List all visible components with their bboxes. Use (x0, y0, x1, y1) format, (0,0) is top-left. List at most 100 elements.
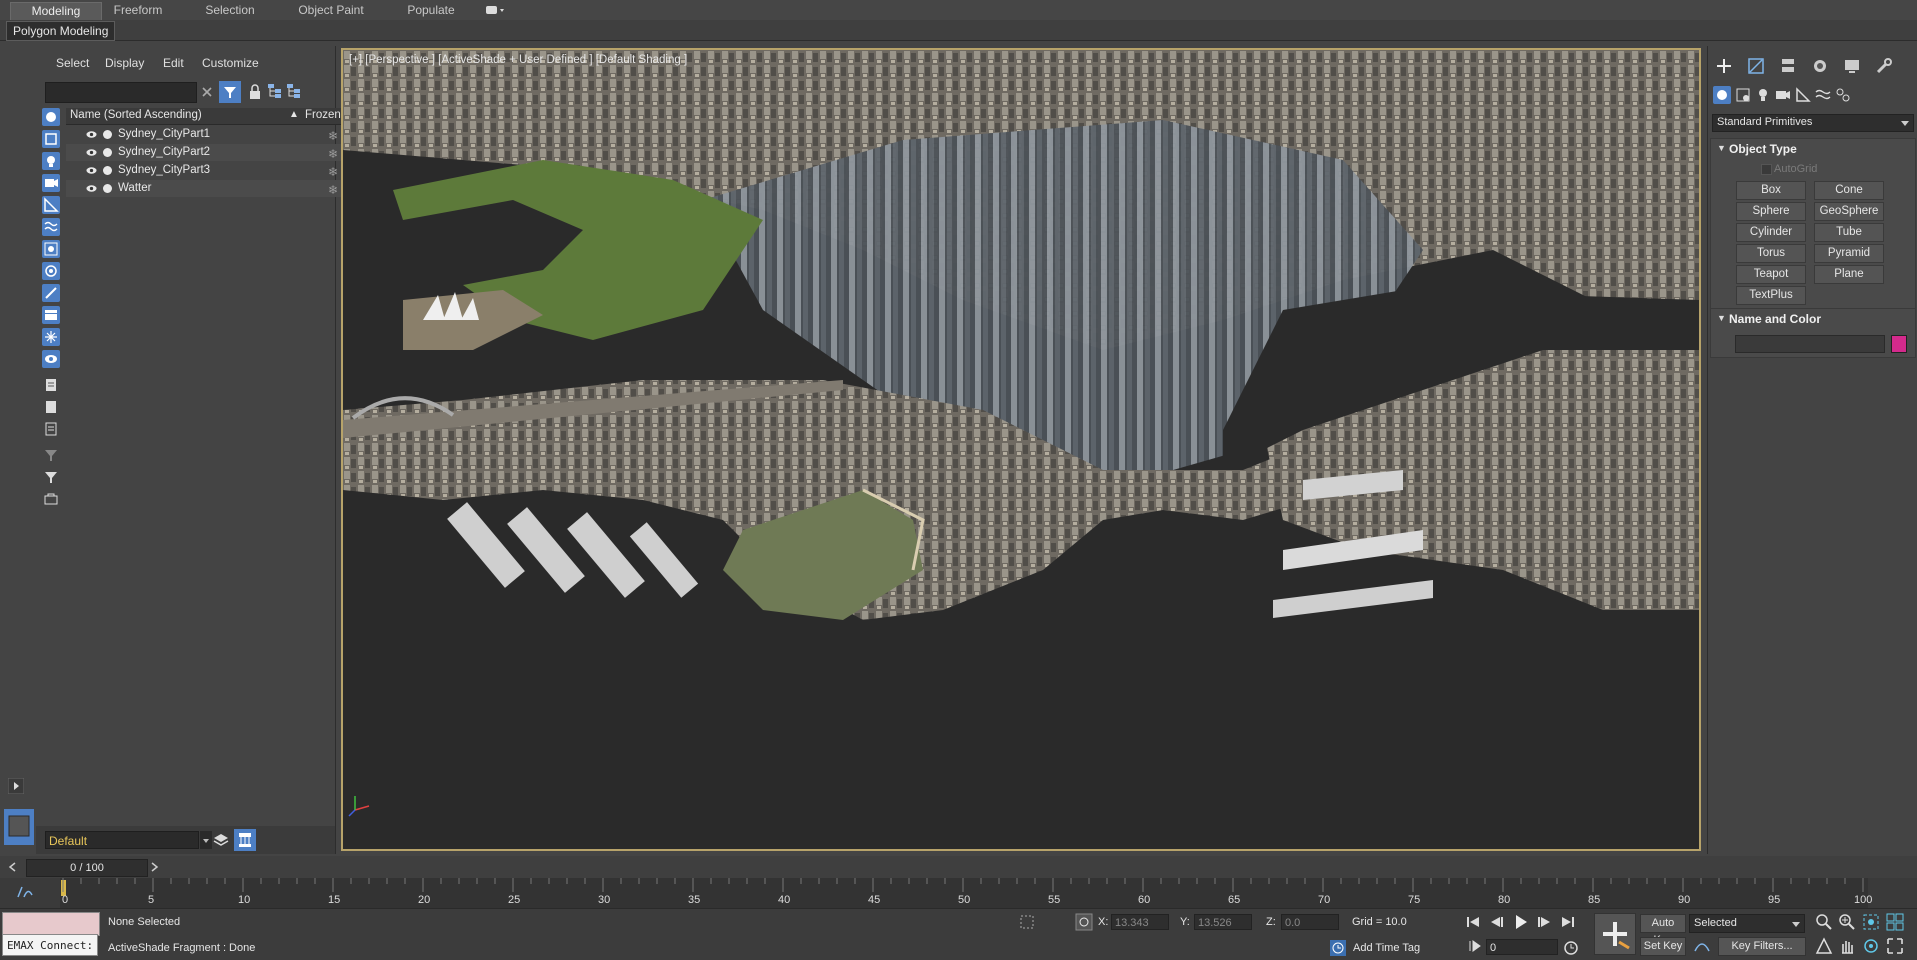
collapse-triangle-icon[interactable]: ▼ (1717, 313, 1726, 323)
pan-hand-icon[interactable] (1838, 937, 1856, 955)
box-button[interactable]: Box (1736, 181, 1806, 200)
renderable-dot-icon[interactable] (103, 130, 112, 139)
absolute-mode-icon[interactable] (1075, 913, 1093, 931)
renderable-dot-icon[interactable] (103, 148, 112, 157)
shapes-category-icon[interactable] (1734, 86, 1752, 104)
chevron-down-icon[interactable] (200, 831, 212, 849)
clear-search-icon[interactable] (199, 84, 215, 100)
frame-ruler[interactable]: 0 5 10 15 20 25 30 35 40 45 50 55 60 65 … (60, 878, 1872, 908)
scene-explorer-mode-icon[interactable] (234, 829, 256, 851)
key-filter-selection-dropdown[interactable]: Selected (1689, 914, 1805, 933)
utilities-tab-icon[interactable] (1874, 56, 1894, 76)
object-color-swatch[interactable] (1891, 335, 1907, 353)
field-of-view-icon[interactable] (1815, 937, 1833, 955)
zoom-extents-all-icon[interactable] (1886, 913, 1904, 931)
plane-button[interactable]: Plane (1814, 265, 1884, 284)
display-helpers-icon[interactable] (42, 196, 60, 214)
display-spacewarps-icon[interactable] (42, 218, 60, 236)
modify-tab-icon[interactable] (1746, 56, 1766, 76)
goto-end-icon[interactable] (1561, 916, 1575, 928)
next-frame-icon[interactable] (1537, 916, 1551, 928)
set-key-big-button[interactable] (1594, 913, 1636, 955)
menu-edit[interactable]: Edit (163, 56, 184, 70)
tab-populate[interactable]: Populate (398, 2, 464, 19)
filter-toggle-icon[interactable] (219, 81, 241, 103)
renderable-dot-icon[interactable] (103, 184, 112, 193)
zoom-all-icon[interactable] (1838, 913, 1856, 931)
expand-arrow-icon[interactable] (8, 778, 24, 794)
perspective-viewport[interactable]: [+] [Perspective ] [ActiveShade + User D… (341, 48, 1701, 851)
tab-selection[interactable]: Selection (195, 2, 265, 19)
geosphere-button[interactable]: GeoSphere (1814, 202, 1884, 221)
time-configuration-icon[interactable] (1562, 939, 1580, 957)
display-groups-icon[interactable] (42, 240, 60, 258)
current-layer-dropdown[interactable]: Default (45, 831, 199, 849)
time-slider-thumb[interactable]: 0 / 100 (26, 859, 148, 877)
filter-icon[interactable] (42, 446, 60, 464)
set-key-button[interactable]: Set Key (1640, 937, 1686, 956)
orbit-icon[interactable] (1862, 937, 1880, 955)
layers-icon[interactable] (212, 831, 230, 849)
torus-button[interactable]: Torus (1736, 244, 1806, 263)
explorer-search-input[interactable] (45, 82, 197, 103)
display-geometry-icon[interactable] (42, 108, 60, 126)
teapot-button[interactable]: Teapot (1736, 265, 1806, 284)
tube-button[interactable]: Tube (1814, 223, 1884, 242)
zoom-icon[interactable] (1815, 913, 1833, 931)
menu-customize[interactable]: Customize (202, 56, 259, 70)
goto-start-icon[interactable] (1466, 916, 1480, 928)
visibility-eye-icon[interactable] (86, 183, 97, 194)
display-hidden-icon[interactable] (42, 350, 60, 368)
list-item[interactable]: Sydney_CityPart1 ❄ (66, 126, 370, 143)
lights-category-icon[interactable] (1754, 86, 1772, 104)
list-item[interactable]: Sydney_CityPart3 ❄ (66, 162, 370, 179)
hierarchy-icon[interactable] (267, 83, 283, 99)
display-tab-icon[interactable] (1842, 56, 1862, 76)
name-and-color-title[interactable]: Name and Color (1729, 312, 1821, 326)
ribbon-options-icon[interactable] (485, 4, 507, 16)
y-coordinate-field[interactable]: 13.526 (1194, 914, 1252, 930)
list-item[interactable]: Sydney_CityPart2 ❄ (66, 144, 370, 161)
cylinder-button[interactable]: Cylinder (1736, 223, 1806, 242)
object-type-title[interactable]: Object Type (1729, 142, 1797, 156)
tab-freeform[interactable]: Freeform (105, 2, 171, 19)
pyramid-button[interactable]: Pyramid (1814, 244, 1884, 263)
layer-hierarchy-icon[interactable] (286, 83, 302, 99)
viewport-label[interactable]: [+] [Perspective ] [ActiveShade + User D… (349, 54, 687, 66)
geometry-category-icon[interactable] (1713, 86, 1731, 104)
display-bones-icon[interactable] (42, 284, 60, 302)
primitive-type-dropdown[interactable]: Standard Primitives (1712, 114, 1914, 132)
add-time-tag-button[interactable]: Add Time Tag (1353, 942, 1420, 954)
tab-modeling[interactable]: Modeling (10, 2, 102, 20)
object-name-input[interactable] (1735, 335, 1885, 353)
display-shapes-icon[interactable] (42, 130, 60, 148)
systems-category-icon[interactable] (1834, 86, 1852, 104)
maxscript-listener-top[interactable] (2, 912, 100, 936)
create-tab-icon[interactable] (1714, 56, 1734, 76)
previous-frame-icon[interactable] (1490, 916, 1504, 928)
curve-editor-icon[interactable] (16, 885, 36, 899)
time-slider[interactable]: 0 / 100 (0, 856, 1917, 878)
tab-object-paint[interactable]: Object Paint (290, 2, 372, 19)
play-icon[interactable] (1513, 914, 1529, 930)
autogrid-checkbox[interactable] (1761, 164, 1772, 175)
spacewarps-category-icon[interactable] (1814, 86, 1832, 104)
x-coordinate-field[interactable]: 13.343 (1111, 914, 1169, 930)
cameras-category-icon[interactable] (1774, 86, 1792, 104)
display-none-icon[interactable] (42, 398, 60, 416)
maxscript-listener-input[interactable]: EMAX Connect: (2, 934, 98, 956)
visibility-eye-icon[interactable] (86, 165, 97, 176)
isolate-selection-icon[interactable] (1019, 914, 1037, 930)
lock-icon[interactable] (248, 84, 262, 100)
column-name-header[interactable]: Name (Sorted Ascending) (70, 109, 202, 121)
list-item[interactable]: Watter ❄ (66, 180, 370, 197)
key-mode-icon[interactable] (1468, 939, 1482, 953)
track-bar[interactable]: 0 5 10 15 20 25 30 35 40 45 50 55 60 65 … (0, 878, 1917, 908)
frozen-snowflake-icon[interactable]: ❄ (328, 128, 338, 145)
display-lights-icon[interactable] (42, 152, 60, 170)
frozen-snowflake-icon[interactable]: ❄ (328, 146, 338, 163)
display-cameras-icon[interactable] (42, 174, 60, 192)
frozen-snowflake-icon[interactable]: ❄ (328, 182, 338, 199)
z-coordinate-field[interactable]: 0.0 (1281, 914, 1339, 930)
display-all-icon[interactable] (42, 376, 60, 394)
